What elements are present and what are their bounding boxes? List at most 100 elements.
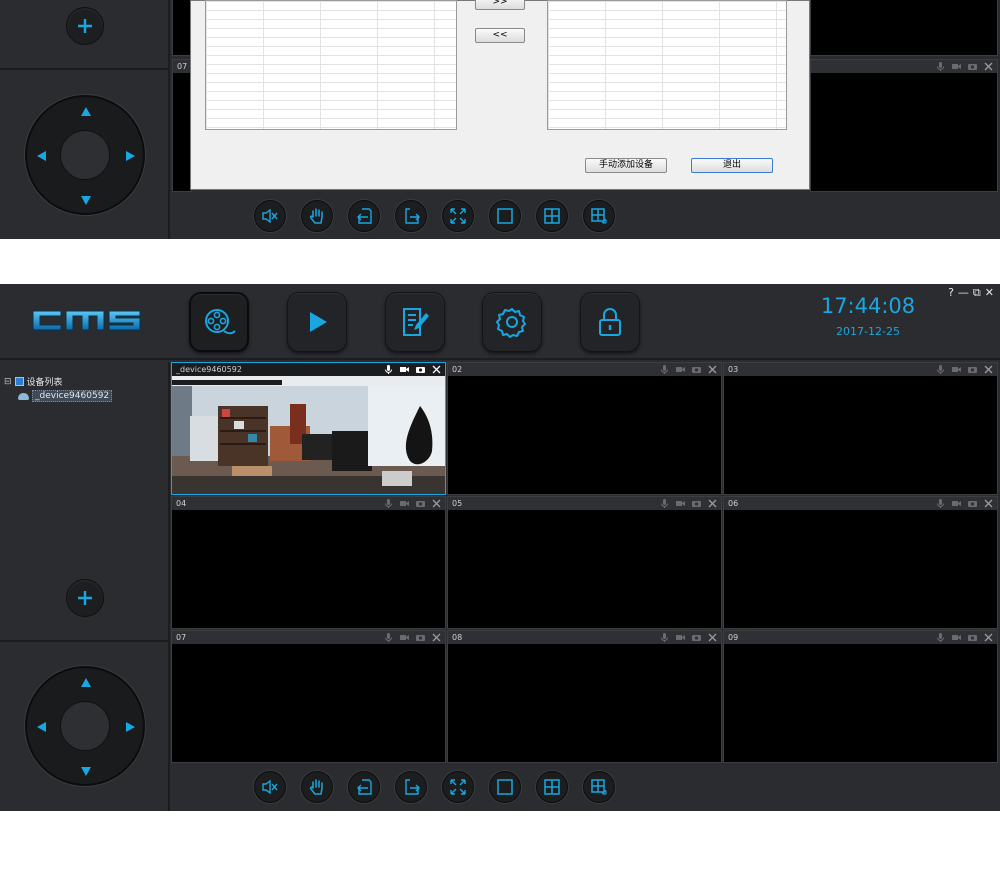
video-tile[interactable] [810,59,998,192]
export-button[interactable] [395,771,427,803]
selected-devices-list[interactable] [547,0,787,130]
snapshot-camera-icon[interactable] [692,499,701,508]
import-button[interactable] [348,200,380,232]
log-menu-button[interactable] [385,292,445,352]
snapshot-camera-icon[interactable] [416,633,425,642]
help-button[interactable]: ? [948,286,954,300]
snapshot-camera-icon[interactable] [416,499,425,508]
video-tile-01[interactable]: _device9460592 [171,362,446,495]
collapse-toggle[interactable]: ⊟ [4,377,12,387]
close-icon[interactable] [432,633,441,642]
video-tile-05[interactable]: 05 [447,496,722,629]
close-icon[interactable] [984,365,993,374]
video-tile[interactable] [810,0,998,56]
device-tree-item[interactable]: _device9460592 [18,390,113,402]
microphone-icon[interactable] [660,633,669,642]
video-tile-08[interactable]: 08 [447,630,722,763]
microphone-icon[interactable] [660,365,669,374]
ptz-down-arrow-icon[interactable] [81,196,91,205]
move-left-button[interactable]: << [475,28,525,43]
settings-menu-button[interactable] [482,292,542,352]
snapshot-camera-icon[interactable] [968,62,977,71]
close-icon[interactable] [708,365,717,374]
video-tile-02[interactable]: 02 [447,362,722,495]
snapshot-camera-icon[interactable] [968,633,977,642]
minimize-button[interactable]: — [958,286,969,300]
video-camera-icon[interactable] [400,365,409,374]
quad-view-button[interactable] [536,771,568,803]
video-camera-icon[interactable] [676,499,685,508]
add-device-button[interactable] [66,7,104,45]
video-camera-icon[interactable] [952,365,961,374]
video-tile-09[interactable]: 09 [723,630,998,763]
ptz-right-arrow-icon[interactable] [126,722,135,732]
microphone-icon[interactable] [936,62,945,71]
ptz-down-arrow-icon[interactable] [81,767,91,776]
video-tile[interactable] [172,0,192,56]
stop-all-button[interactable] [301,771,333,803]
ptz-up-arrow-icon[interactable] [81,678,91,687]
mute-button[interactable] [254,200,286,232]
video-camera-icon[interactable] [400,633,409,642]
video-tile-03[interactable]: 03 [723,362,998,495]
stop-all-button[interactable] [301,200,333,232]
close-icon[interactable] [984,499,993,508]
microphone-icon[interactable] [936,633,945,642]
lock-menu-button[interactable] [580,292,640,352]
close-icon[interactable] [984,633,993,642]
video-camera-icon[interactable] [952,62,961,71]
snapshot-camera-icon[interactable] [692,365,701,374]
snapshot-camera-icon[interactable] [968,499,977,508]
microphone-icon[interactable] [936,365,945,374]
close-icon[interactable] [984,62,993,71]
close-icon[interactable] [708,633,717,642]
video-tile-06[interactable]: 06 [723,496,998,629]
close-icon[interactable] [708,499,717,508]
import-button[interactable] [348,771,380,803]
ptz-left-arrow-icon[interactable] [37,722,46,732]
ptz-left-arrow-icon[interactable] [37,151,46,161]
single-view-button[interactable] [489,200,521,232]
video-tile-04[interactable]: 04 [171,496,446,629]
live-view-menu-button[interactable] [189,292,249,352]
microphone-icon[interactable] [660,499,669,508]
fullscreen-button[interactable] [442,200,474,232]
move-right-button[interactable]: >> [475,0,525,10]
export-button[interactable] [395,200,427,232]
restore-button[interactable]: ⧉ [973,286,981,300]
playback-menu-button[interactable] [287,292,347,352]
microphone-icon[interactable] [936,499,945,508]
ptz-control-pad[interactable] [25,95,145,215]
video-tile-07[interactable]: 07 [171,630,446,763]
fullscreen-button[interactable] [442,771,474,803]
single-view-button[interactable] [489,771,521,803]
mute-button[interactable] [254,771,286,803]
ptz-up-arrow-icon[interactable] [81,107,91,116]
device-tree-root[interactable]: ⊟ 设备列表 [4,375,112,389]
add-device-button[interactable] [66,579,104,617]
ptz-center-button[interactable] [60,701,110,751]
nine-view-button[interactable] [583,200,615,232]
close-window-button[interactable]: ✕ [985,286,994,300]
snapshot-camera-icon[interactable] [968,365,977,374]
manual-add-device-button[interactable]: 手动添加设备 [585,158,667,173]
quad-view-button[interactable] [536,200,568,232]
video-camera-icon[interactable] [676,365,685,374]
video-camera-icon[interactable] [676,633,685,642]
video-tile-07[interactable]: 07 [172,59,192,192]
nine-view-button[interactable] [583,771,615,803]
video-camera-icon[interactable] [400,499,409,508]
video-camera-icon[interactable] [952,499,961,508]
available-devices-list[interactable] [205,0,457,130]
ptz-control-pad[interactable] [25,666,145,786]
ptz-right-arrow-icon[interactable] [126,151,135,161]
close-icon[interactable] [432,365,441,374]
snapshot-camera-icon[interactable] [416,365,425,374]
exit-button[interactable]: 退出 [691,158,773,173]
microphone-icon[interactable] [384,365,393,374]
video-camera-icon[interactable] [952,633,961,642]
snapshot-camera-icon[interactable] [692,633,701,642]
microphone-icon[interactable] [384,499,393,508]
close-icon[interactable] [432,499,441,508]
ptz-center-button[interactable] [60,130,110,180]
